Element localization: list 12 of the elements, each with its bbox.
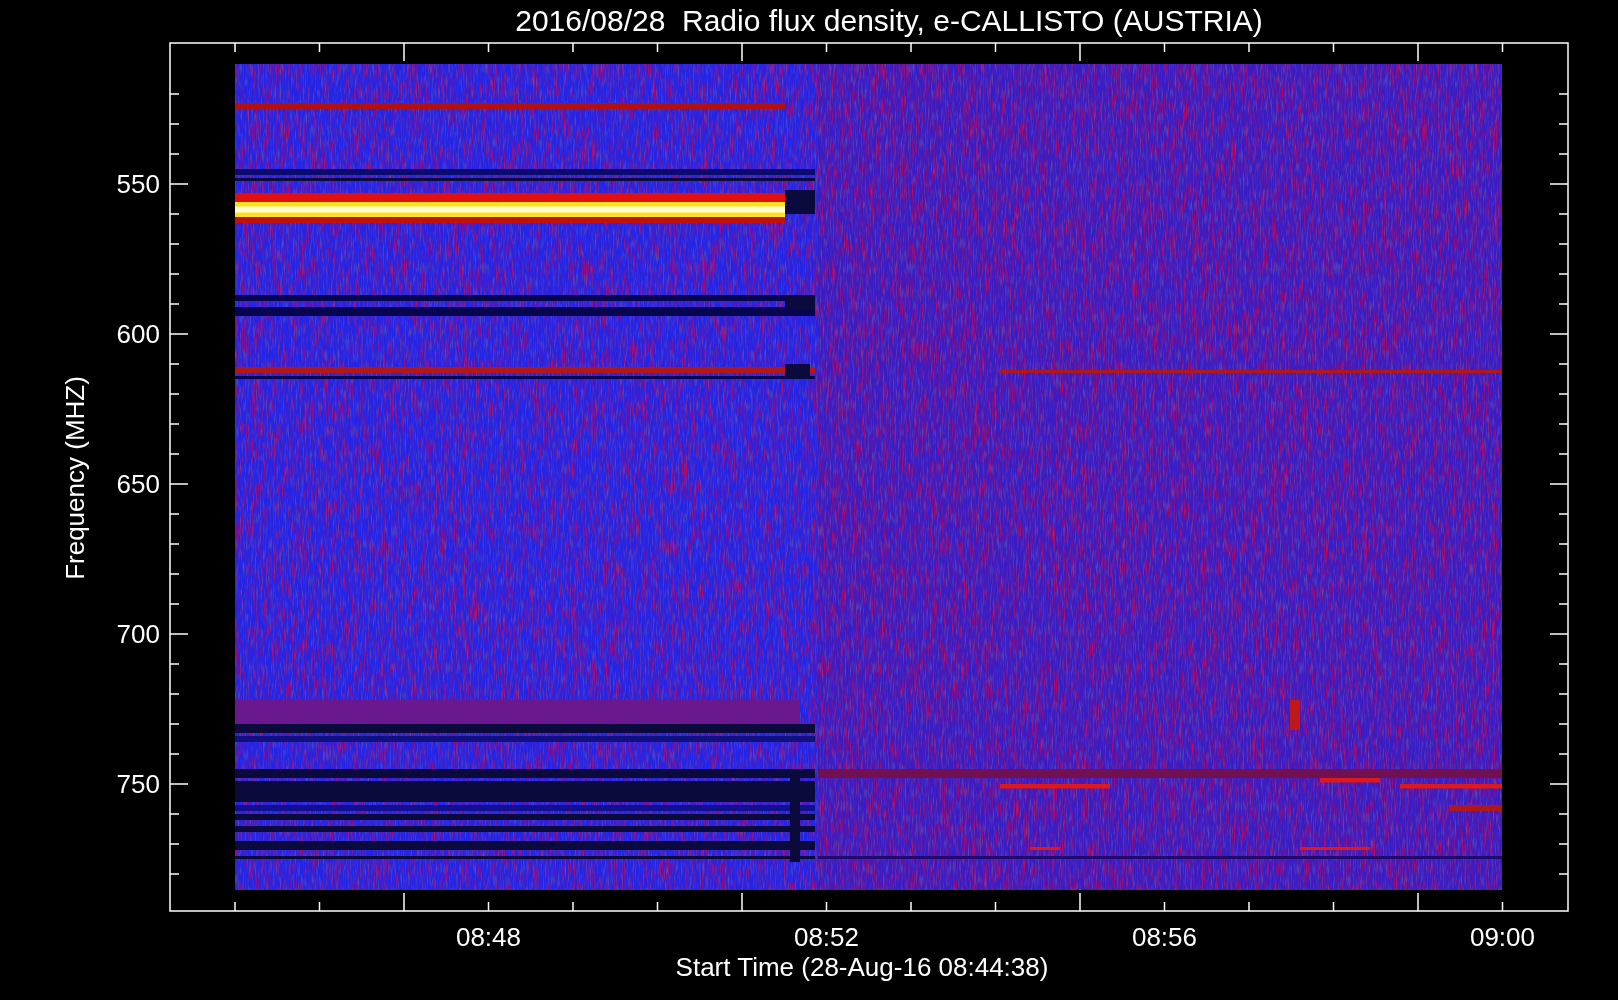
- y-tick-label: 600: [116, 319, 160, 349]
- y-tick-label: 700: [116, 619, 160, 649]
- x-axis-label: Start Time (28-Aug-16 08:44:38): [675, 952, 1049, 982]
- y-tick-label: 750: [116, 769, 160, 799]
- y-axis-label: Frequency (MHZ): [60, 376, 90, 580]
- x-tick-label: 09:00: [1469, 922, 1536, 952]
- y-tick-label: 550: [116, 169, 160, 199]
- x-tick-label: 08:48: [455, 922, 522, 952]
- chart-title: 2016/08/28 Radio flux density, e-CALLISTO (AUSTRIA): [515, 4, 1263, 37]
- x-tick-label: 08:52: [793, 922, 860, 952]
- x-tick-label: 08:56: [1131, 922, 1198, 952]
- y-tick-label: 650: [116, 469, 160, 499]
